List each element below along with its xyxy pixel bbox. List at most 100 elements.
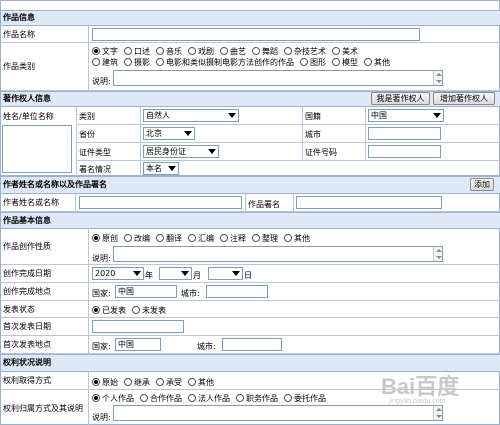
first-country-input[interactable]: 中国	[115, 338, 161, 351]
day-select[interactable]	[208, 267, 243, 280]
radio-icon[interactable]	[220, 234, 228, 242]
rights-belong-option[interactable]: 法人作品	[188, 393, 230, 404]
radio-icon[interactable]	[132, 306, 140, 314]
province-select[interactable]: 北京	[143, 127, 195, 140]
i-am-holder-button[interactable]: 我是著作权人	[371, 92, 430, 105]
work-type-note-textarea[interactable]	[113, 70, 443, 86]
work-type-option[interactable]: 其他	[364, 57, 390, 68]
first-publish-date-input[interactable]	[92, 320, 184, 333]
add-holder-button[interactable]: 增加著作权人	[433, 92, 495, 105]
rights-acquire-option[interactable]: 承受	[156, 377, 182, 388]
radio-icon[interactable]	[188, 378, 196, 386]
radio-icon[interactable]	[188, 47, 196, 55]
radio-icon[interactable]	[188, 394, 196, 402]
work-name-input[interactable]	[92, 28, 420, 41]
radio-icon[interactable]	[284, 47, 292, 55]
textarea-scrollbar[interactable]	[433, 71, 442, 85]
city-input[interactable]	[368, 127, 441, 140]
work-type-option[interactable]: 音乐	[156, 46, 182, 57]
city-input[interactable]	[206, 285, 268, 298]
creation-nature-option[interactable]: 其他	[284, 233, 310, 244]
publish-status-option-label: 已发表	[102, 306, 126, 315]
id-number-input[interactable]	[368, 145, 441, 158]
radio-icon[interactable]	[124, 47, 132, 55]
radio-icon[interactable]	[92, 394, 100, 402]
radio-icon[interactable]	[156, 234, 164, 242]
radio-icon[interactable]	[300, 58, 308, 66]
chevron-down-icon	[133, 271, 141, 276]
finish-place-row: 创作完成地点 国家: 中国 城市:	[1, 283, 500, 301]
rights-belong-option[interactable]: 委托作品	[284, 393, 326, 404]
work-type-option[interactable]: 口述	[124, 46, 150, 57]
radio-icon[interactable]	[236, 394, 244, 402]
nationality-select[interactable]: 中国	[368, 109, 444, 122]
radio-icon[interactable]	[124, 234, 132, 242]
radio-icon[interactable]	[124, 58, 132, 66]
radio-icon[interactable]	[140, 394, 148, 402]
work-type-option[interactable]: 美术	[332, 46, 358, 57]
publish-status-option[interactable]: 已发表	[92, 305, 126, 316]
rights-belong-option[interactable]: 职务作品	[236, 393, 278, 404]
publish-status-option[interactable]: 未发表	[132, 305, 166, 316]
work-type-option[interactable]: 文字	[92, 46, 118, 57]
radio-icon[interactable]	[332, 58, 340, 66]
section-title: 作者姓名或名称以及作品署名	[3, 180, 107, 189]
work-type-option[interactable]: 杂技艺术	[284, 46, 326, 57]
country-input[interactable]: 中国	[115, 285, 177, 298]
author-name-input[interactable]	[79, 196, 242, 209]
radio-icon[interactable]	[252, 47, 260, 55]
rights-belong-option[interactable]: 个人作品	[92, 393, 134, 404]
rights-acquire-option[interactable]: 原始	[92, 377, 118, 388]
radio-icon[interactable]	[156, 58, 164, 66]
creation-nature-option[interactable]: 汇编	[188, 233, 214, 244]
radio-icon[interactable]	[92, 58, 100, 66]
first-publish-date-row: 首次发表日期	[1, 318, 500, 336]
radio-icon[interactable]	[364, 58, 372, 66]
work-type-option[interactable]: 摄影	[124, 57, 150, 68]
textarea-scrollbar[interactable]	[433, 247, 442, 261]
creation-nature-option[interactable]: 改编	[124, 233, 150, 244]
category-select[interactable]: 自然人	[143, 109, 239, 122]
work-signature-input[interactable]	[296, 196, 442, 209]
creation-nature-option[interactable]: 原创	[92, 233, 118, 244]
creation-nature-option[interactable]: 注释	[220, 233, 246, 244]
radio-icon[interactable]	[124, 378, 132, 386]
work-type-option[interactable]: 图形	[300, 57, 326, 68]
creation-nature-option[interactable]: 整理	[252, 233, 278, 244]
textarea-scrollbar[interactable]	[433, 406, 442, 420]
month-select[interactable]	[159, 267, 192, 280]
add-author-button[interactable]: 添加	[470, 178, 494, 191]
radio-icon[interactable]	[156, 47, 164, 55]
first-city-input[interactable]	[222, 338, 282, 351]
radio-icon[interactable]	[284, 234, 292, 242]
work-type-option[interactable]: 模型	[332, 57, 358, 68]
radio-icon[interactable]	[92, 378, 100, 386]
rights-acquire-option[interactable]: 其他	[188, 377, 214, 388]
radio-icon[interactable]	[92, 306, 100, 314]
rights-acquire-option[interactable]: 继承	[124, 377, 150, 388]
id-type-select[interactable]: 居民身份证	[143, 145, 219, 158]
work-type-option[interactable]: 曲艺	[220, 46, 246, 57]
work-type-option[interactable]: 建筑	[92, 57, 118, 68]
work-type-option[interactable]: 电影和类似摄制电影方法创作的作品	[156, 57, 294, 68]
creation-nature-option-label: 改编	[134, 234, 150, 243]
rights-belong-option-label: 合作作品	[150, 394, 182, 403]
creation-note-textarea[interactable]	[113, 246, 443, 262]
work-type-option[interactable]: 戏剧	[188, 46, 214, 57]
work-type-option[interactable]: 舞蹈	[252, 46, 278, 57]
radio-icon[interactable]	[188, 234, 196, 242]
radio-icon[interactable]	[92, 234, 100, 242]
radio-icon[interactable]	[92, 47, 100, 55]
radio-icon[interactable]	[156, 378, 164, 386]
year-select[interactable]: 2020	[92, 267, 144, 280]
radio-icon[interactable]	[332, 47, 340, 55]
rights-belong-option[interactable]: 合作作品	[140, 393, 182, 404]
creation-nature-option[interactable]: 翻译	[156, 233, 182, 244]
radio-icon[interactable]	[220, 47, 228, 55]
holder-name-input[interactable]	[2, 125, 72, 173]
rights-note-textarea[interactable]	[113, 405, 443, 421]
radio-icon[interactable]	[284, 394, 292, 402]
signature-select[interactable]: 本名	[143, 162, 179, 175]
radio-icon[interactable]	[252, 234, 260, 242]
section-basic-info: 作品基本信息	[1, 212, 500, 229]
